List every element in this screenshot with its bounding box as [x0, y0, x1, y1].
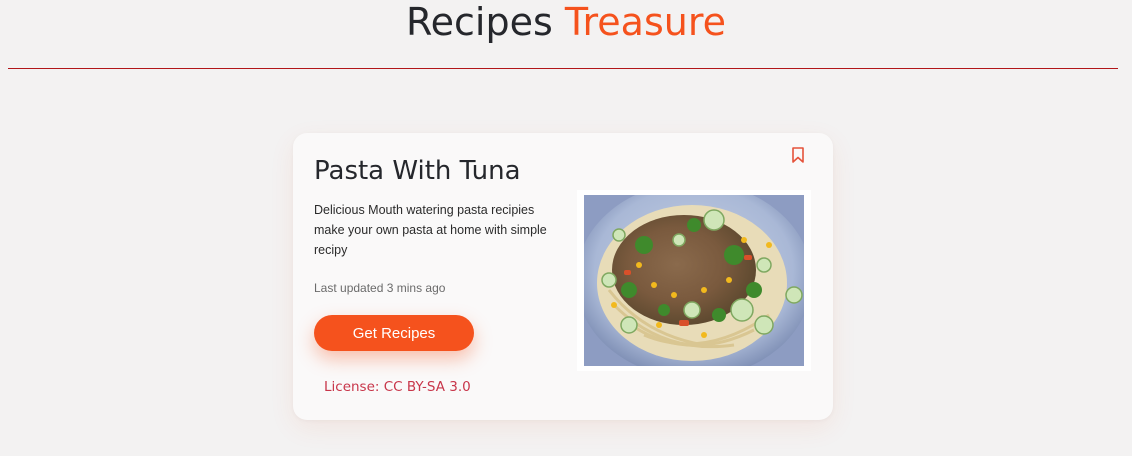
- get-recipes-button[interactable]: Get Recipes: [314, 315, 474, 351]
- recipe-card: Pasta With Tuna Delicious Mouth watering…: [293, 133, 833, 420]
- license-link[interactable]: License: CC BY-SA 3.0: [324, 378, 471, 396]
- bookmark-icon[interactable]: [790, 146, 806, 164]
- header-divider: [8, 68, 1118, 69]
- site-title: Recipes Treasure: [0, 0, 1132, 44]
- recipe-image: [577, 190, 811, 371]
- last-updated-text: Last updated 3 mins ago: [314, 281, 446, 295]
- recipe-description: Delicious Mouth watering pasta recipies …: [314, 203, 547, 257]
- recipe-title: Pasta With Tuna: [314, 156, 521, 186]
- site-header: Recipes Treasure: [0, 0, 1132, 70]
- site-title-main: Recipes: [405, 0, 553, 44]
- pasta-photo: [584, 195, 804, 366]
- site-title-accent: Treasure: [564, 0, 727, 44]
